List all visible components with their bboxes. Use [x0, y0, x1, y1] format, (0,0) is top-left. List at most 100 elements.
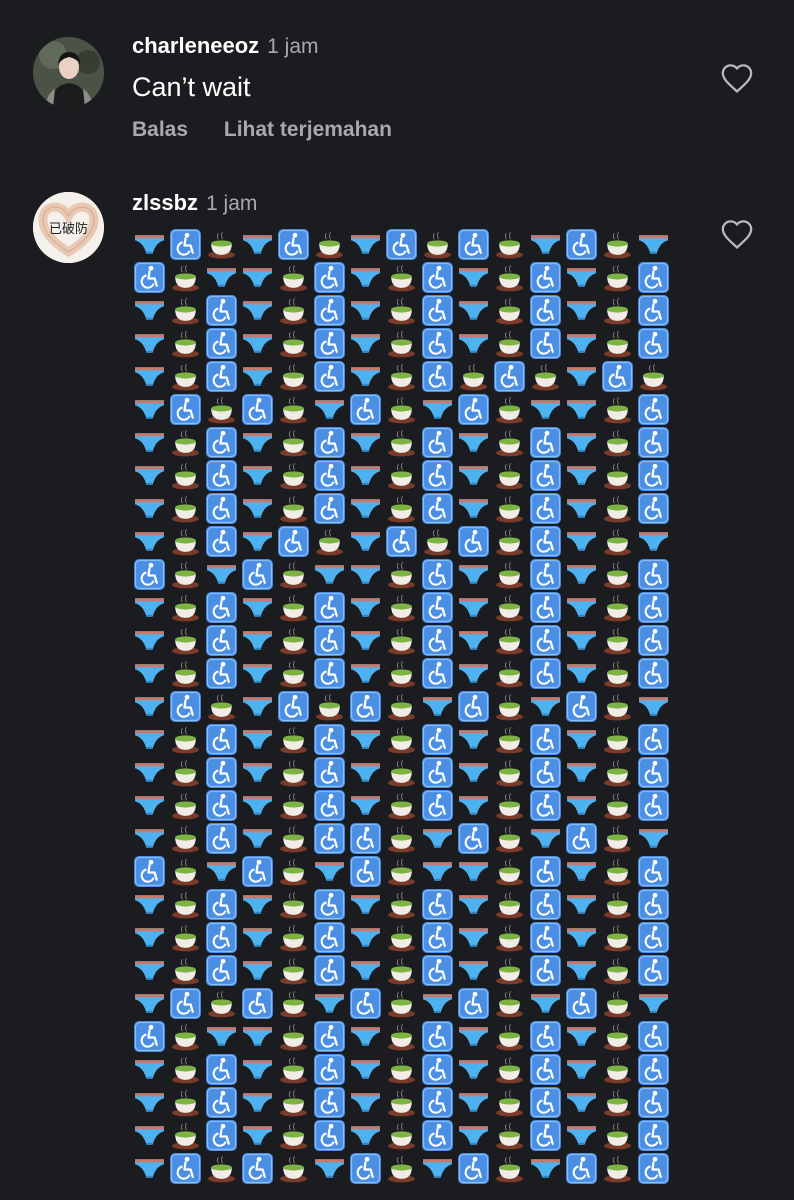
- wheelchair-icon: [277, 525, 310, 558]
- reply-button[interactable]: Balas: [132, 118, 188, 141]
- wheelchair-icon: [169, 228, 202, 261]
- wheelchair-icon: [133, 558, 166, 591]
- teacup-icon: [601, 987, 634, 1020]
- wheelchair-icon: [169, 393, 202, 426]
- wheelchair-icon: [529, 1086, 562, 1119]
- teacup-icon: [493, 756, 526, 789]
- briefs-icon: [457, 888, 490, 921]
- teacup-icon: [169, 789, 202, 822]
- wheelchair-icon: [313, 756, 346, 789]
- briefs-icon: [313, 1152, 346, 1185]
- briefs-icon: [421, 822, 454, 855]
- teacup-icon: [601, 1119, 634, 1152]
- wheelchair-icon: [529, 723, 562, 756]
- briefs-icon: [241, 459, 274, 492]
- comment-charleneeoz: charleneeoz 1 jam Can’t wait Balas Lihat …: [0, 0, 794, 170]
- briefs-icon: [349, 954, 382, 987]
- teacup-icon: [493, 690, 526, 723]
- teacup-icon: [169, 327, 202, 360]
- briefs-icon: [565, 459, 598, 492]
- wheelchair-icon: [169, 690, 202, 723]
- wheelchair-icon: [421, 921, 454, 954]
- teacup-icon: [277, 492, 310, 525]
- wheelchair-icon: [313, 822, 346, 855]
- briefs-icon: [349, 492, 382, 525]
- teacup-icon: [385, 1152, 418, 1185]
- briefs-icon: [133, 624, 166, 657]
- briefs-icon: [457, 1119, 490, 1152]
- wheelchair-icon: [421, 1020, 454, 1053]
- wheelchair-icon: [205, 294, 238, 327]
- wheelchair-icon: [241, 1152, 274, 1185]
- wheelchair-icon: [313, 426, 346, 459]
- wheelchair-icon: [529, 426, 562, 459]
- wheelchair-icon: [313, 921, 346, 954]
- briefs-icon: [133, 360, 166, 393]
- wheelchair-icon: [421, 1086, 454, 1119]
- teacup-icon: [601, 1086, 634, 1119]
- wheelchair-icon: [205, 1086, 238, 1119]
- wheelchair-icon: [457, 822, 490, 855]
- wheelchair-icon: [385, 525, 418, 558]
- briefs-icon: [529, 393, 562, 426]
- teacup-icon: [169, 591, 202, 624]
- briefs-icon: [421, 1152, 454, 1185]
- teacup-icon: [205, 228, 238, 261]
- heart-icon[interactable]: [720, 62, 754, 94]
- teacup-icon: [313, 525, 346, 558]
- wheelchair-icon: [529, 789, 562, 822]
- teacup-icon: [169, 657, 202, 690]
- wheelchair-icon: [565, 822, 598, 855]
- briefs-icon: [241, 261, 274, 294]
- teacup-icon: [493, 459, 526, 492]
- briefs-icon: [349, 294, 382, 327]
- teacup-icon: [493, 261, 526, 294]
- briefs-icon: [457, 1053, 490, 1086]
- teacup-icon: [385, 657, 418, 690]
- briefs-icon: [133, 228, 166, 261]
- briefs-icon: [529, 822, 562, 855]
- teacup-icon: [385, 855, 418, 888]
- teacup-icon: [493, 921, 526, 954]
- teacup-icon: [169, 1053, 202, 1086]
- wheelchair-icon: [637, 888, 670, 921]
- briefs-icon: [313, 558, 346, 591]
- username[interactable]: charleneeoz: [132, 33, 259, 58]
- wheelchair-icon: [637, 261, 670, 294]
- avatar[interactable]: [33, 37, 104, 108]
- avatar[interactable]: 已破防: [33, 192, 104, 263]
- briefs-icon: [205, 1020, 238, 1053]
- see-translation-button[interactable]: Lihat terjemahan: [224, 118, 392, 141]
- briefs-icon: [565, 1053, 598, 1086]
- teacup-icon: [385, 888, 418, 921]
- briefs-icon: [205, 855, 238, 888]
- briefs-icon: [349, 261, 382, 294]
- briefs-icon: [133, 459, 166, 492]
- wheelchair-icon: [205, 954, 238, 987]
- teacup-icon: [277, 261, 310, 294]
- heart-icon[interactable]: [720, 218, 754, 250]
- teacup-icon: [385, 1020, 418, 1053]
- briefs-icon: [133, 657, 166, 690]
- briefs-icon: [241, 822, 274, 855]
- briefs-icon: [565, 624, 598, 657]
- briefs-icon: [241, 723, 274, 756]
- wheelchair-icon: [421, 1119, 454, 1152]
- briefs-icon: [457, 261, 490, 294]
- teacup-icon: [601, 789, 634, 822]
- briefs-icon: [457, 855, 490, 888]
- wheelchair-icon: [205, 525, 238, 558]
- wheelchair-icon: [421, 558, 454, 591]
- wheelchair-icon: [637, 624, 670, 657]
- briefs-icon: [457, 954, 490, 987]
- wheelchair-icon: [313, 261, 346, 294]
- wheelchair-icon: [421, 954, 454, 987]
- username[interactable]: zlssbz: [132, 190, 198, 215]
- teacup-icon: [277, 591, 310, 624]
- teacup-icon: [493, 789, 526, 822]
- briefs-icon: [565, 558, 598, 591]
- wheelchair-icon: [313, 1086, 346, 1119]
- briefs-icon: [565, 954, 598, 987]
- wheelchair-icon: [205, 1053, 238, 1086]
- teacup-icon: [277, 1119, 310, 1152]
